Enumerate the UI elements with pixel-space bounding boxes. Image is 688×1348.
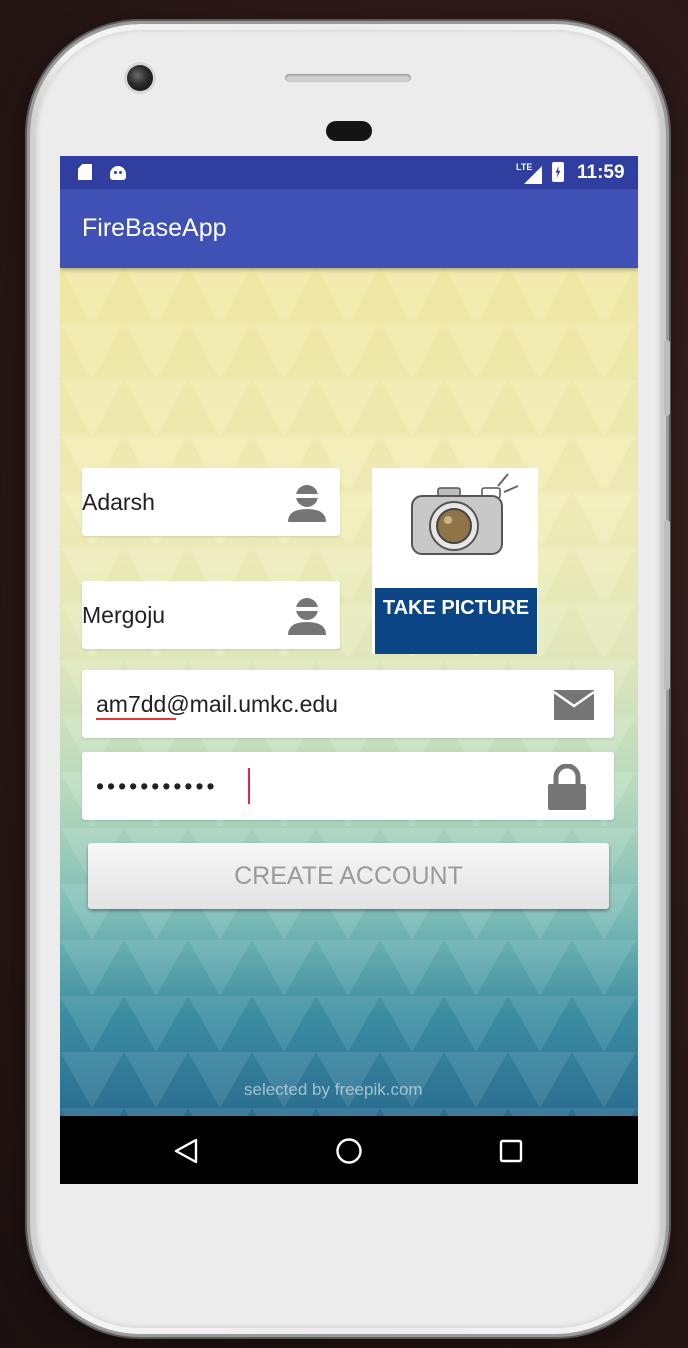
android-debug-icon [110,166,126,180]
screen: LTE 11:59 FireBaseApp Adarsh Mergoju TAK… [60,156,638,1184]
lock-icon [548,764,586,810]
battery-charging-icon [552,162,564,182]
email-field[interactable]: am7dd@mail.umkc.edu [82,670,614,738]
proximity-sensor [326,121,372,141]
person-icon [288,485,326,522]
status-bar: LTE 11:59 [60,156,638,189]
first-name-field[interactable]: Adarsh [82,468,340,536]
volume-button [664,340,670,416]
password-field[interactable]: ••••••••••• [82,752,614,820]
app-bar: FireBaseApp [60,189,638,268]
create-account-button[interactable]: CREATE ACCOUNT [88,843,609,909]
content-area: Adarsh Mergoju TAKE PICTURE am7dd@mail.u… [60,268,638,1116]
camera-icon [411,473,519,555]
home-button[interactable] [308,1116,388,1184]
app-title: FireBaseApp [82,214,227,242]
status-time: 11:59 [577,162,625,183]
front-camera [127,65,153,91]
home-circle-icon [336,1138,362,1164]
navigation-bar [60,1116,638,1184]
last-name-field[interactable]: Mergoju [82,581,340,649]
recents-button[interactable] [470,1116,550,1184]
background-credit: selected by freepik.com [244,1080,423,1099]
envelope-icon [554,690,594,720]
earpiece-speaker [285,74,411,82]
sd-card-icon [78,164,92,180]
lte-signal-icon: LTE [516,162,542,184]
back-button[interactable] [146,1116,226,1184]
take-picture-label: TAKE PICTURE [375,588,537,654]
password-value: ••••••••••• [96,772,218,799]
last-name-value: Mergoju [82,601,166,628]
spellcheck-underline [96,718,176,720]
email-value: am7dd@mail.umkc.edu [96,690,338,717]
take-picture-button[interactable]: TAKE PICTURE [372,468,538,654]
recents-square-icon [499,1139,523,1163]
text-cursor [248,768,250,804]
power-button [664,520,670,690]
back-triangle-icon [174,1138,198,1164]
person-icon [288,598,326,635]
first-name-value: Adarsh [82,488,155,515]
